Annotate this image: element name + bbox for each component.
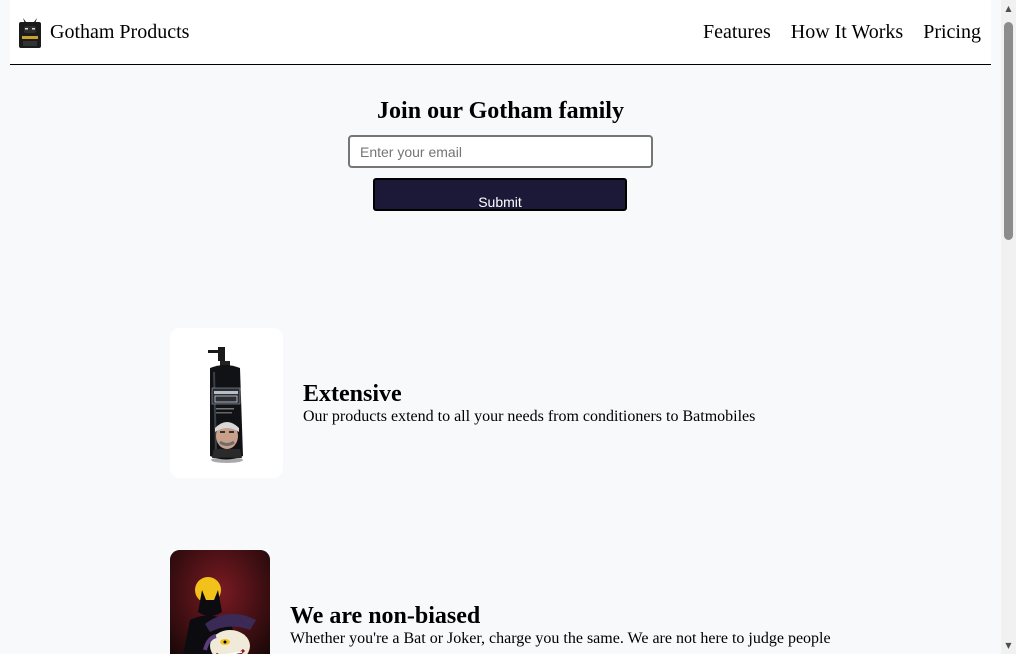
email-input[interactable]	[348, 135, 653, 168]
signup-title: Join our Gotham family	[377, 98, 624, 124]
batman-joker-image	[170, 550, 270, 654]
scroll-down-arrow-icon[interactable]: ▼	[1001, 637, 1016, 654]
feature-description: Whether you're a Bat or Joker, charge yo…	[290, 630, 831, 647]
scrollbar-thumb[interactable]	[1004, 22, 1013, 240]
brand-name[interactable]: Gotham Products	[50, 20, 189, 44]
vertical-scrollbar[interactable]: ▲ ▼	[1001, 0, 1016, 654]
nav-link-pricing[interactable]: Pricing	[923, 20, 981, 44]
nav-link-how-it-works[interactable]: How It Works	[791, 20, 903, 44]
scroll-up-arrow-icon[interactable]: ▲	[1001, 0, 1016, 17]
batman-logo-icon[interactable]	[19, 16, 41, 48]
feature-title: Extensive	[303, 381, 402, 407]
conditioner-bottle-image	[170, 328, 283, 478]
submit-button[interactable]: Submit	[373, 178, 627, 211]
main-nav: Features How It Works Pricing	[703, 20, 981, 44]
site-header: Gotham Products Features How It Works Pr…	[10, 0, 991, 65]
nav-link-features[interactable]: Features	[703, 20, 771, 44]
feature-title: We are non-biased	[290, 603, 481, 629]
feature-description: Our products extend to all your needs fr…	[303, 408, 756, 425]
page: Gotham Products Features How It Works Pr…	[0, 0, 1016, 654]
